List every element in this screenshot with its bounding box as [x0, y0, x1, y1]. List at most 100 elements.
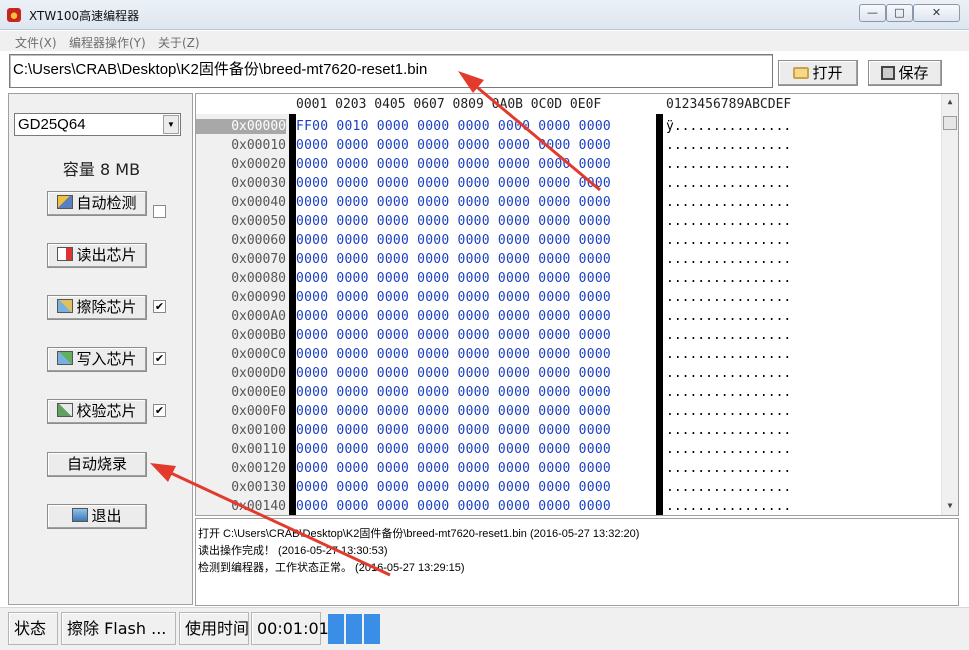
- hex-row-ascii[interactable]: ................: [666, 499, 791, 514]
- hex-row-ascii[interactable]: ................: [666, 461, 791, 476]
- menu-about[interactable]: 关于(Z): [158, 34, 200, 51]
- verify-chip-button[interactable]: 校验芯片: [47, 399, 147, 424]
- auto-burn-button[interactable]: 自动烧录: [47, 452, 147, 477]
- hex-row-ascii[interactable]: ................: [666, 347, 791, 362]
- hex-row-bytes[interactable]: FF00 0010 0000 0000 0000 0000 0000 0000: [296, 119, 611, 134]
- hex-row[interactable]: 0x00070 0000 0000 0000 0000 0000 0000 000…: [196, 251, 943, 270]
- elapsed-time-value: 00:01:01: [251, 612, 329, 645]
- auto-detect-checkbox[interactable]: [153, 205, 166, 218]
- hex-row-ascii[interactable]: ................: [666, 271, 791, 286]
- hex-row[interactable]: 0x00100 0000 0000 0000 0000 0000 0000 000…: [196, 422, 943, 441]
- hex-row-bytes[interactable]: 0000 0000 0000 0000 0000 0000 0000 0000: [296, 271, 611, 286]
- hex-row-ascii[interactable]: ................: [666, 366, 791, 381]
- hex-row-bytes[interactable]: 0000 0000 0000 0000 0000 0000 0000 0000: [296, 290, 611, 305]
- hex-row-bytes[interactable]: 0000 0000 0000 0000 0000 0000 0000 0000: [296, 328, 611, 343]
- erase-chip-checkbox[interactable]: ✔: [153, 300, 166, 313]
- hex-row-ascii[interactable]: ................: [666, 423, 791, 438]
- hex-row-ascii[interactable]: ................: [666, 138, 791, 153]
- hex-row[interactable]: 0x000F0 0000 0000 0000 0000 0000 0000 000…: [196, 403, 943, 422]
- hex-row-bytes[interactable]: 0000 0000 0000 0000 0000 0000 0000 0000: [296, 309, 611, 324]
- chevron-down-icon[interactable]: ▼: [163, 115, 179, 134]
- hex-row[interactable]: 0x00110 0000 0000 0000 0000 0000 0000 000…: [196, 441, 943, 460]
- scroll-thumb[interactable]: [943, 116, 957, 130]
- hex-row[interactable]: 0x000C0 0000 0000 0000 0000 0000 0000 000…: [196, 346, 943, 365]
- hex-row[interactable]: 0x00130 0000 0000 0000 0000 0000 0000 000…: [196, 479, 943, 498]
- scroll-down-icon[interactable]: ▼: [944, 501, 956, 510]
- hex-row[interactable]: 0x00080 0000 0000 0000 0000 0000 0000 000…: [196, 270, 943, 289]
- exit-button[interactable]: 退出: [47, 504, 147, 529]
- hex-row-address: 0x000A0: [231, 309, 286, 324]
- hex-row-bytes[interactable]: 0000 0000 0000 0000 0000 0000 0000 0000: [296, 138, 611, 153]
- app-icon: [7, 8, 21, 22]
- hex-row-ascii[interactable]: ................: [666, 157, 791, 172]
- hex-row-ascii[interactable]: ................: [666, 233, 791, 248]
- hex-row-bytes[interactable]: 0000 0000 0000 0000 0000 0000 0000 0000: [296, 347, 611, 362]
- hex-row-bytes[interactable]: 0000 0000 0000 0000 0000 0000 0000 0000: [296, 442, 611, 457]
- write-chip-button[interactable]: 写入芯片: [47, 347, 147, 372]
- hex-row[interactable]: 0x000E0 0000 0000 0000 0000 0000 0000 000…: [196, 384, 943, 403]
- hex-row-bytes[interactable]: 0000 0000 0000 0000 0000 0000 0000 0000: [296, 252, 611, 267]
- save-button[interactable]: 保存: [868, 60, 942, 86]
- hex-row[interactable]: 0x00060 0000 0000 0000 0000 0000 0000 000…: [196, 232, 943, 251]
- hex-row-ascii[interactable]: ................: [666, 290, 791, 305]
- hex-row-bytes[interactable]: 0000 0000 0000 0000 0000 0000 0000 0000: [296, 176, 611, 191]
- hex-row-address: 0x000F0: [231, 404, 286, 419]
- hex-scrollbar[interactable]: ▲ ▼: [941, 94, 958, 515]
- hex-row-address: 0x00020: [231, 157, 286, 172]
- hex-viewer[interactable]: 0001 0203 0405 0607 0809 0A0B 0C0D 0E0F …: [195, 93, 959, 516]
- hex-row[interactable]: 0x000D0 0000 0000 0000 0000 0000 0000 000…: [196, 365, 943, 384]
- hex-row-bytes[interactable]: 0000 0000 0000 0000 0000 0000 0000 0000: [296, 157, 611, 172]
- hex-row-ascii[interactable]: ÿ...............: [666, 119, 791, 134]
- hex-row-address: 0x00000: [196, 119, 286, 134]
- maximize-icon[interactable]: □: [886, 4, 913, 22]
- hex-row[interactable]: 0x00050 0000 0000 0000 0000 0000 0000 000…: [196, 213, 943, 232]
- auto-detect-button[interactable]: 自动检测: [47, 191, 147, 216]
- hex-row-bytes[interactable]: 0000 0000 0000 0000 0000 0000 0000 0000: [296, 404, 611, 419]
- read-chip-button[interactable]: 读出芯片: [47, 243, 147, 268]
- hex-row-bytes[interactable]: 0000 0000 0000 0000 0000 0000 0000 0000: [296, 480, 611, 495]
- write-chip-checkbox[interactable]: ✔: [153, 352, 166, 365]
- hex-row-ascii[interactable]: ................: [666, 328, 791, 343]
- hex-row-bytes[interactable]: 0000 0000 0000 0000 0000 0000 0000 0000: [296, 214, 611, 229]
- auto-burn-label: 自动烧录: [66, 455, 127, 473]
- hex-row[interactable]: 0x000A0 0000 0000 0000 0000 0000 0000 000…: [196, 308, 943, 327]
- minimize-icon[interactable]: —: [859, 4, 886, 22]
- hex-row[interactable]: 0x00000 FF00 0010 0000 0000 0000 0000 000…: [196, 118, 943, 137]
- hex-row[interactable]: 0x00140 0000 0000 0000 0000 0000 0000 000…: [196, 498, 943, 515]
- hex-row-bytes[interactable]: 0000 0000 0000 0000 0000 0000 0000 0000: [296, 461, 611, 476]
- chip-model-select[interactable]: GD25Q64 ▼: [14, 113, 181, 136]
- verify-chip-checkbox[interactable]: ✔: [153, 404, 166, 417]
- hex-row-ascii[interactable]: ................: [666, 176, 791, 191]
- hex-row-ascii[interactable]: ................: [666, 309, 791, 324]
- hex-row[interactable]: 0x000B0 0000 0000 0000 0000 0000 0000 000…: [196, 327, 943, 346]
- hex-row[interactable]: 0x00090 0000 0000 0000 0000 0000 0000 000…: [196, 289, 943, 308]
- hex-row-address: 0x000D0: [231, 366, 286, 381]
- scroll-up-icon[interactable]: ▲: [944, 97, 956, 106]
- hex-row-bytes[interactable]: 0000 0000 0000 0000 0000 0000 0000 0000: [296, 499, 611, 514]
- hex-row-bytes[interactable]: 0000 0000 0000 0000 0000 0000 0000 0000: [296, 423, 611, 438]
- hex-row-ascii[interactable]: ................: [666, 385, 791, 400]
- hex-row-ascii[interactable]: ................: [666, 480, 791, 495]
- hex-row[interactable]: 0x00120 0000 0000 0000 0000 0000 0000 000…: [196, 460, 943, 479]
- hex-row-ascii[interactable]: ................: [666, 252, 791, 267]
- menu-file[interactable]: 文件(X): [15, 34, 57, 51]
- file-path-input[interactable]: C:\Users\CRAB\Desktop\K2固件备份\breed-mt762…: [9, 54, 773, 88]
- window-title: XTW100高速编程器: [29, 9, 140, 23]
- close-icon[interactable]: ✕: [913, 4, 960, 22]
- hex-row[interactable]: 0x00030 0000 0000 0000 0000 0000 0000 000…: [196, 175, 943, 194]
- status-value: 擦除 Flash ...: [61, 612, 176, 645]
- hex-row-ascii[interactable]: ................: [666, 442, 791, 457]
- hex-row-ascii[interactable]: ................: [666, 404, 791, 419]
- hex-row-ascii[interactable]: ................: [666, 214, 791, 229]
- menu-programmer-ops[interactable]: 编程器操作(Y): [69, 34, 146, 51]
- hex-row-bytes[interactable]: 0000 0000 0000 0000 0000 0000 0000 0000: [296, 385, 611, 400]
- hex-row-bytes[interactable]: 0000 0000 0000 0000 0000 0000 0000 0000: [296, 195, 611, 210]
- open-button[interactable]: 打开: [778, 60, 858, 86]
- hex-row-bytes[interactable]: 0000 0000 0000 0000 0000 0000 0000 0000: [296, 233, 611, 248]
- hex-row-bytes[interactable]: 0000 0000 0000 0000 0000 0000 0000 0000: [296, 366, 611, 381]
- erase-chip-button[interactable]: 擦除芯片: [47, 295, 147, 320]
- hex-row[interactable]: 0x00040 0000 0000 0000 0000 0000 0000 000…: [196, 194, 943, 213]
- hex-row[interactable]: 0x00020 0000 0000 0000 0000 0000 0000 000…: [196, 156, 943, 175]
- hex-row[interactable]: 0x00010 0000 0000 0000 0000 0000 0000 000…: [196, 137, 943, 156]
- hex-row-ascii[interactable]: ................: [666, 195, 791, 210]
